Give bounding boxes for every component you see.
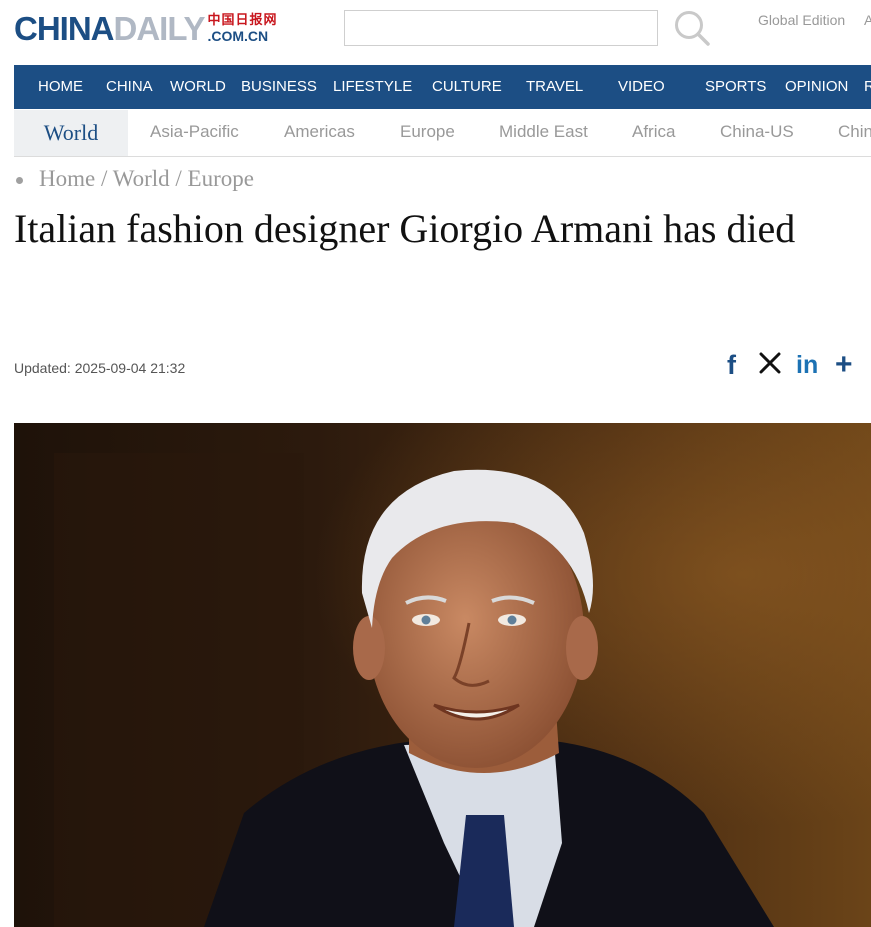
subnav-china-cut[interactable]: Chin	[838, 110, 871, 154]
breadcrumb: Home / World / Europe	[39, 166, 254, 192]
nav-business[interactable]: BUSINESS	[241, 65, 317, 109]
search-icon[interactable]	[673, 9, 711, 47]
breadcrumb-home[interactable]: Home	[39, 166, 95, 191]
linkedin-icon[interactable]: in	[796, 350, 818, 380]
subnav-asia-pacific[interactable]: Asia-Pacific	[150, 110, 239, 154]
logo-domain: .COM.CN	[207, 28, 269, 44]
main-nav: HOME CHINA WORLD BUSINESS LIFESTYLE CULT…	[14, 65, 871, 109]
nav-opinion[interactable]: OPINION	[785, 65, 848, 109]
article-photo	[14, 423, 871, 927]
nav-video[interactable]: VIDEO	[618, 65, 665, 109]
breadcrumb-europe[interactable]: Europe	[188, 166, 254, 191]
section-subnav: World Asia-Pacific Americas Europe Middl…	[14, 110, 871, 157]
more-share-icon[interactable]: +	[835, 350, 853, 380]
nav-regional[interactable]: R	[864, 65, 871, 109]
x-twitter-icon[interactable]	[759, 352, 781, 382]
portrait-image	[14, 423, 871, 927]
logo-daily: DAILY	[113, 10, 206, 47]
breadcrumb-separator: /	[100, 166, 108, 191]
facebook-icon[interactable]: f	[727, 350, 736, 380]
breadcrumb-world[interactable]: World	[113, 166, 170, 191]
subnav-africa[interactable]: Africa	[632, 110, 675, 154]
subnav-americas[interactable]: Americas	[284, 110, 355, 154]
x-glyph-icon	[759, 352, 781, 374]
subnav-china-us[interactable]: China-US	[720, 110, 794, 154]
subnav-world-active[interactable]: World	[14, 110, 128, 156]
nav-world[interactable]: WORLD	[170, 65, 226, 109]
china-daily-logo[interactable]: CHINADAILY 中国日报网 .COM.CN	[14, 11, 278, 47]
logo-chinese: 中国日报网	[207, 12, 278, 27]
subnav-europe[interactable]: Europe	[400, 110, 455, 154]
nav-china[interactable]: CHINA	[106, 65, 153, 109]
updated-timestamp: Updated: 2025-09-04 21:32	[14, 360, 186, 376]
logo-side: 中国日报网 .COM.CN	[207, 13, 277, 43]
nav-culture[interactable]: CULTURE	[432, 65, 502, 109]
breadcrumb-separator: /	[175, 166, 182, 191]
nav-lifestyle[interactable]: LIFESTYLE	[333, 65, 412, 109]
nav-sports[interactable]: SPORTS	[705, 65, 766, 109]
breadcrumb-bullet	[16, 177, 23, 184]
global-edition-link[interactable]: Global Edition	[758, 12, 845, 28]
search-input[interactable]	[344, 10, 658, 46]
nav-travel[interactable]: TRAVEL	[526, 65, 583, 109]
nav-home[interactable]: HOME	[38, 65, 83, 109]
logo-china: CHINA	[14, 10, 114, 47]
subnav-middle-east[interactable]: Middle East	[499, 110, 588, 154]
edition-link-cut[interactable]: A	[864, 12, 871, 28]
article-headline: Italian fashion designer Giorgio Armani …	[14, 206, 796, 251]
